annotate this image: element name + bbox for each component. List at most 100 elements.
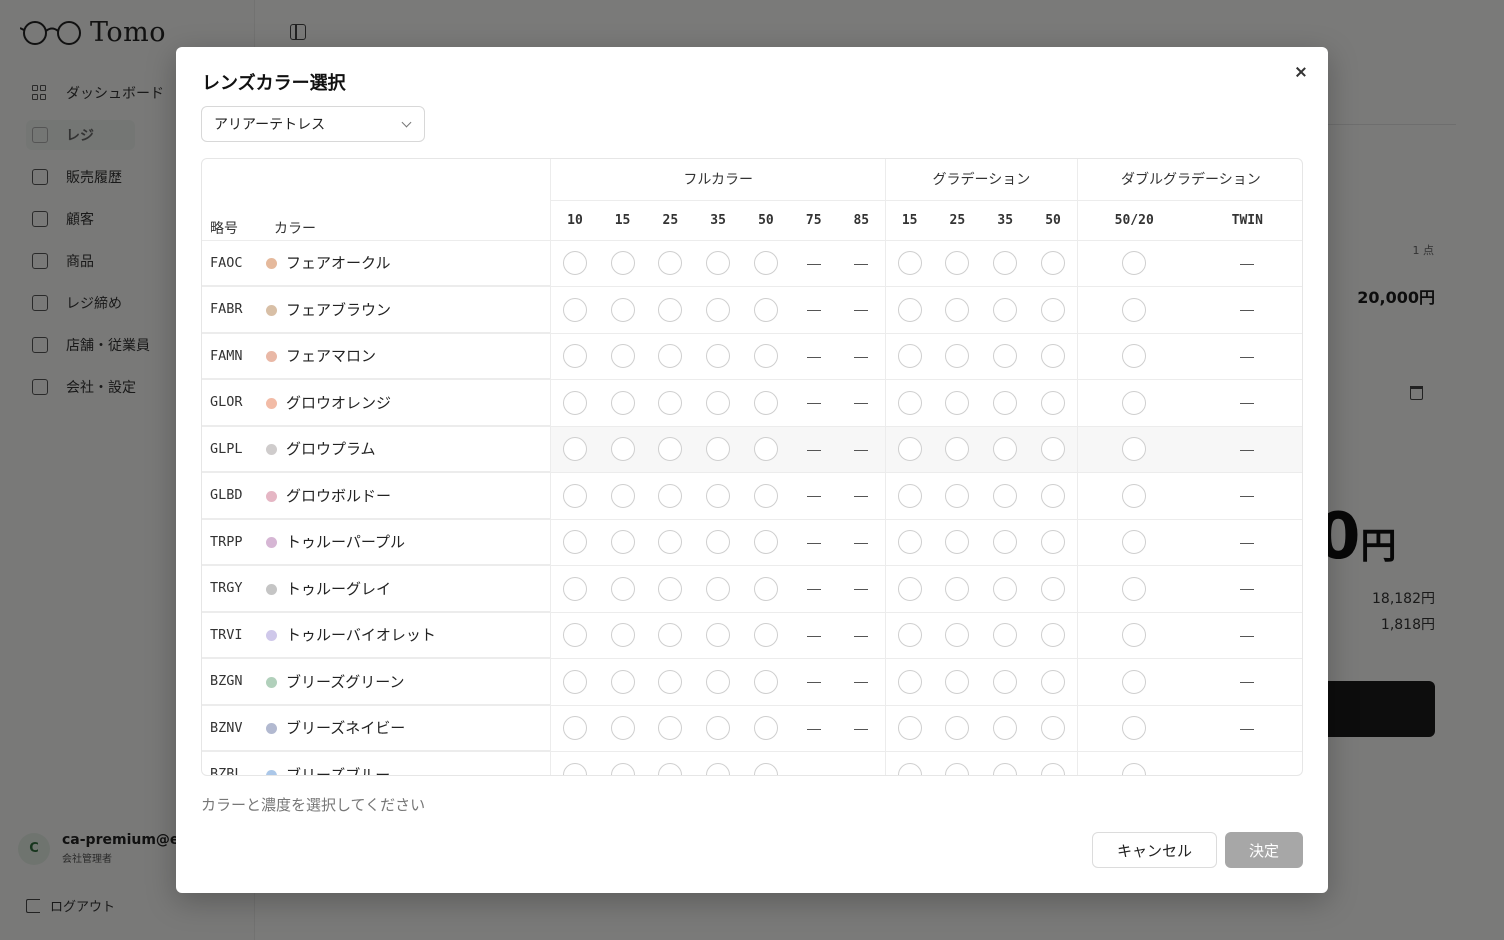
- density-radio[interactable]: [658, 576, 683, 601]
- density-radio[interactable]: [706, 437, 731, 462]
- density-radio[interactable]: [610, 669, 635, 694]
- density-radio[interactable]: [945, 716, 970, 741]
- cancel-button[interactable]: キャンセル: [1092, 832, 1217, 868]
- density-radio[interactable]: [993, 623, 1018, 648]
- density-radio[interactable]: [753, 344, 778, 369]
- density-radio[interactable]: [897, 297, 922, 322]
- density-radio[interactable]: [610, 344, 635, 369]
- density-radio[interactable]: [753, 762, 778, 775]
- density-radio[interactable]: [753, 576, 778, 601]
- density-radio[interactable]: [1041, 576, 1066, 601]
- density-radio[interactable]: [897, 251, 922, 276]
- density-radio[interactable]: [610, 390, 635, 415]
- density-radio[interactable]: [753, 297, 778, 322]
- density-radio[interactable]: [1041, 251, 1066, 276]
- density-radio[interactable]: [610, 762, 635, 775]
- density-radio[interactable]: [706, 344, 731, 369]
- density-radio[interactable]: [1122, 344, 1147, 369]
- density-radio[interactable]: [897, 390, 922, 415]
- density-radio[interactable]: [706, 669, 731, 694]
- density-radio[interactable]: [706, 251, 731, 276]
- density-radio[interactable]: [945, 390, 970, 415]
- density-radio[interactable]: [562, 716, 587, 741]
- density-radio[interactable]: [610, 251, 635, 276]
- density-radio[interactable]: [1041, 762, 1066, 775]
- density-radio[interactable]: [706, 623, 731, 648]
- density-radio[interactable]: [753, 390, 778, 415]
- density-radio[interactable]: [993, 530, 1018, 555]
- density-radio[interactable]: [897, 344, 922, 369]
- density-radio[interactable]: [658, 390, 683, 415]
- density-radio[interactable]: [658, 716, 683, 741]
- density-radio[interactable]: [993, 297, 1018, 322]
- density-radio[interactable]: [1041, 530, 1066, 555]
- density-radio[interactable]: [610, 437, 635, 462]
- confirm-button[interactable]: 決定: [1225, 832, 1303, 868]
- density-radio[interactable]: [753, 251, 778, 276]
- density-radio[interactable]: [897, 530, 922, 555]
- density-radio[interactable]: [1041, 297, 1066, 322]
- density-radio[interactable]: [1122, 483, 1147, 508]
- density-radio[interactable]: [610, 576, 635, 601]
- density-radio[interactable]: [945, 530, 970, 555]
- density-radio[interactable]: [1122, 297, 1147, 322]
- density-radio[interactable]: [706, 390, 731, 415]
- density-radio[interactable]: [1122, 669, 1147, 694]
- density-radio[interactable]: [562, 623, 587, 648]
- density-radio[interactable]: [1041, 716, 1066, 741]
- density-radio[interactable]: [562, 530, 587, 555]
- density-radio[interactable]: [1122, 390, 1147, 415]
- density-radio[interactable]: [562, 437, 587, 462]
- density-radio[interactable]: [658, 669, 683, 694]
- close-icon[interactable]: [1292, 63, 1310, 81]
- density-radio[interactable]: [1041, 483, 1066, 508]
- density-radio[interactable]: [753, 530, 778, 555]
- density-radio[interactable]: [945, 251, 970, 276]
- density-radio[interactable]: [945, 297, 970, 322]
- density-radio[interactable]: [993, 762, 1018, 775]
- density-radio[interactable]: [993, 669, 1018, 694]
- density-radio[interactable]: [753, 716, 778, 741]
- density-radio[interactable]: [562, 762, 587, 775]
- density-radio[interactable]: [658, 530, 683, 555]
- density-radio[interactable]: [562, 344, 587, 369]
- density-radio[interactable]: [706, 762, 731, 775]
- density-radio[interactable]: [658, 344, 683, 369]
- density-radio[interactable]: [945, 762, 970, 775]
- density-radio[interactable]: [610, 483, 635, 508]
- lens-model-select[interactable]: アリアーテトレス: [201, 106, 425, 142]
- density-radio[interactable]: [945, 623, 970, 648]
- density-radio[interactable]: [706, 716, 731, 741]
- density-radio[interactable]: [993, 576, 1018, 601]
- density-radio[interactable]: [706, 297, 731, 322]
- density-radio[interactable]: [658, 762, 683, 775]
- density-radio[interactable]: [897, 762, 922, 775]
- density-radio[interactable]: [658, 623, 683, 648]
- density-radio[interactable]: [753, 437, 778, 462]
- density-radio[interactable]: [658, 437, 683, 462]
- density-radio[interactable]: [1041, 437, 1066, 462]
- density-radio[interactable]: [897, 483, 922, 508]
- density-radio[interactable]: [993, 390, 1018, 415]
- density-radio[interactable]: [562, 576, 587, 601]
- density-radio[interactable]: [562, 483, 587, 508]
- density-radio[interactable]: [1041, 390, 1066, 415]
- density-radio[interactable]: [562, 297, 587, 322]
- density-radio[interactable]: [945, 437, 970, 462]
- density-radio[interactable]: [945, 576, 970, 601]
- density-radio[interactable]: [753, 623, 778, 648]
- density-radio[interactable]: [610, 716, 635, 741]
- density-radio[interactable]: [1122, 437, 1147, 462]
- density-radio[interactable]: [610, 530, 635, 555]
- density-radio[interactable]: [562, 251, 587, 276]
- density-radio[interactable]: [945, 483, 970, 508]
- density-radio[interactable]: [562, 390, 587, 415]
- density-radio[interactable]: [1041, 669, 1066, 694]
- density-radio[interactable]: [945, 669, 970, 694]
- density-radio[interactable]: [610, 297, 635, 322]
- density-radio[interactable]: [753, 669, 778, 694]
- density-radio[interactable]: [1122, 623, 1147, 648]
- density-radio[interactable]: [1122, 251, 1147, 276]
- density-radio[interactable]: [897, 623, 922, 648]
- density-radio[interactable]: [1122, 716, 1147, 741]
